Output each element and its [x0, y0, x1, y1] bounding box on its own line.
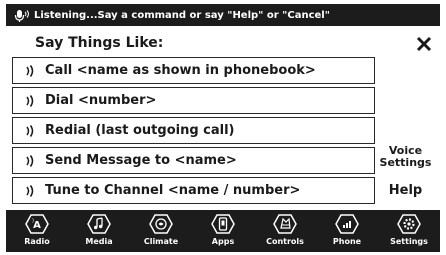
voice-command-icon: [26, 154, 34, 167]
climate-icon: [149, 214, 173, 234]
voice-command-icon: [26, 124, 34, 137]
panel-title: Say Things Like:: [35, 35, 164, 51]
command-label: Send Message to <name>: [45, 153, 237, 168]
phone-icon: [335, 214, 359, 234]
nav-media[interactable]: Media: [68, 210, 130, 252]
command-redial[interactable]: Redial (last outgoing call): [12, 117, 375, 144]
nav-label: Controls: [266, 237, 304, 246]
microphone-listening-icon: [14, 10, 29, 22]
nav-label: Apps: [211, 237, 235, 246]
bottom-nav-bar: A ) Radio Media Climate Apps Controls Ph…: [6, 210, 440, 252]
nav-label: Media: [85, 237, 113, 246]
nav-apps[interactable]: Apps: [192, 210, 254, 252]
status-text: Listening...Say a command or say "Help" …: [34, 9, 330, 21]
command-label: Redial (last outgoing call): [45, 123, 235, 138]
settings-icon: [397, 214, 421, 234]
nav-settings[interactable]: Settings: [378, 210, 440, 252]
nav-controls[interactable]: Controls: [254, 210, 316, 252]
nav-climate[interactable]: Climate: [130, 210, 192, 252]
command-label: Call <name as shown in phonebook>: [45, 63, 316, 78]
voice-command-screen: Listening...Say a command or say "Help" …: [0, 0, 446, 255]
voice-prompt-panel: Say Things Like: Call <name as shown in …: [12, 29, 432, 204]
close-icon[interactable]: [412, 32, 436, 56]
nav-radio[interactable]: A ) Radio: [6, 210, 68, 252]
voice-command-icon: [26, 184, 34, 197]
nav-phone[interactable]: Phone: [316, 210, 378, 252]
voice-settings-button[interactable]: Voice Settings: [377, 145, 434, 169]
command-label: Tune to Channel <name / number>: [45, 183, 301, 198]
svg-text:A: A: [33, 220, 41, 231]
nav-label: Radio: [24, 237, 50, 246]
command-dial[interactable]: Dial <number>: [12, 87, 375, 114]
media-icon: [87, 214, 111, 234]
status-bar: Listening...Say a command or say "Help" …: [6, 4, 440, 26]
nav-label: Settings: [390, 237, 428, 246]
command-send-message[interactable]: Send Message to <name>: [12, 147, 375, 174]
voice-command-icon: [26, 64, 34, 77]
voice-command-icon: [26, 94, 34, 107]
command-label: Dial <number>: [45, 93, 157, 108]
svg-text:): ): [32, 218, 34, 224]
help-button[interactable]: Help: [377, 179, 434, 203]
radio-icon: A ): [25, 214, 49, 234]
apps-icon: [211, 214, 235, 234]
command-call[interactable]: Call <name as shown in phonebook>: [12, 57, 375, 84]
voice-settings-label-line2: Settings: [379, 156, 432, 169]
nav-label: Phone: [332, 237, 362, 246]
command-tune-channel[interactable]: Tune to Channel <name / number>: [12, 177, 375, 204]
nav-label: Climate: [143, 237, 179, 246]
controls-icon: [273, 214, 297, 234]
